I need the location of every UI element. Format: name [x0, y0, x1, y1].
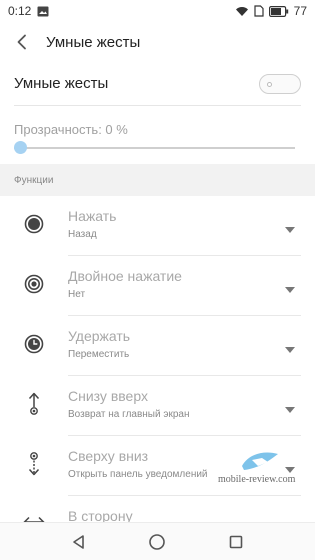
- double-circle-icon: [22, 272, 46, 296]
- slider-track: [14, 147, 295, 149]
- dropdown-caret-icon: [285, 220, 295, 238]
- clock-circle-icon: [22, 332, 46, 356]
- opacity-slider[interactable]: [14, 141, 295, 155]
- nav-home-button[interactable]: [142, 527, 172, 557]
- gesture-action: Переместить: [68, 349, 130, 360]
- dropdown-caret-icon: [285, 340, 295, 358]
- gesture-action: Назад: [68, 229, 97, 240]
- image-notification-icon: [37, 6, 49, 17]
- opacity-label: Прозрачность: 0 %: [14, 122, 128, 137]
- page-title: Умные жесты: [46, 33, 141, 51]
- section-functions: Функции: [0, 164, 315, 196]
- slider-thumb[interactable]: [14, 141, 27, 154]
- wifi-icon: [235, 6, 249, 17]
- gesture-action: Открыть панель уведомлений: [68, 469, 208, 480]
- no-sim-icon: [254, 5, 264, 17]
- gesture-action: Возврат на главный экран: [68, 409, 190, 420]
- gesture-title: Сверху вниз: [68, 448, 149, 464]
- dropdown-caret-icon: [285, 280, 295, 298]
- gesture-action: Нет: [68, 289, 86, 300]
- gesture-title: Нажать: [68, 208, 117, 224]
- gesture-title: Двойное нажатие: [68, 268, 182, 284]
- section-title: Функции: [14, 174, 54, 186]
- gesture-item-swipe-up[interactable]: Снизу вверх Возврат на главный экран: [0, 376, 315, 436]
- toggle-label: Умные жесты: [14, 75, 109, 92]
- gesture-item-tap[interactable]: Нажать Назад: [0, 196, 315, 256]
- nav-recents-button[interactable]: [221, 527, 251, 557]
- battery-icon: [268, 5, 289, 17]
- status-time: 0:12: [8, 4, 32, 18]
- watermark: mobile-review.com: [218, 448, 300, 488]
- dropdown-caret-icon: [285, 400, 295, 418]
- back-arrow-icon: [17, 34, 26, 50]
- swipe-down-icon: [22, 452, 46, 476]
- app-header: Умные жесты: [0, 22, 315, 62]
- swipe-up-icon: [22, 392, 46, 416]
- watermark-logo-icon: [242, 452, 278, 470]
- battery-level: 77: [293, 4, 307, 18]
- smart-gestures-switch[interactable]: [259, 73, 301, 94]
- gesture-item-double-tap[interactable]: Двойное нажатие Нет: [0, 256, 315, 316]
- circle-home-icon: [149, 533, 166, 550]
- smart-gestures-toggle-row[interactable]: Умные жесты: [14, 62, 301, 106]
- watermark-text: mobile-review.com: [218, 474, 296, 485]
- status-bar: 0:12 77: [0, 0, 315, 22]
- gesture-title: Удержать: [68, 328, 131, 344]
- navigation-bar: [0, 522, 315, 560]
- gesture-item-hold[interactable]: Удержать Переместить: [0, 316, 315, 376]
- square-recents-icon: [229, 535, 243, 548]
- switch-knob: [267, 81, 272, 87]
- gesture-title: Снизу вверх: [68, 388, 148, 404]
- nav-back-button[interactable]: [64, 527, 94, 557]
- back-button[interactable]: [4, 22, 40, 62]
- triangle-back-icon: [73, 534, 84, 549]
- filled-circle-icon: [22, 212, 46, 236]
